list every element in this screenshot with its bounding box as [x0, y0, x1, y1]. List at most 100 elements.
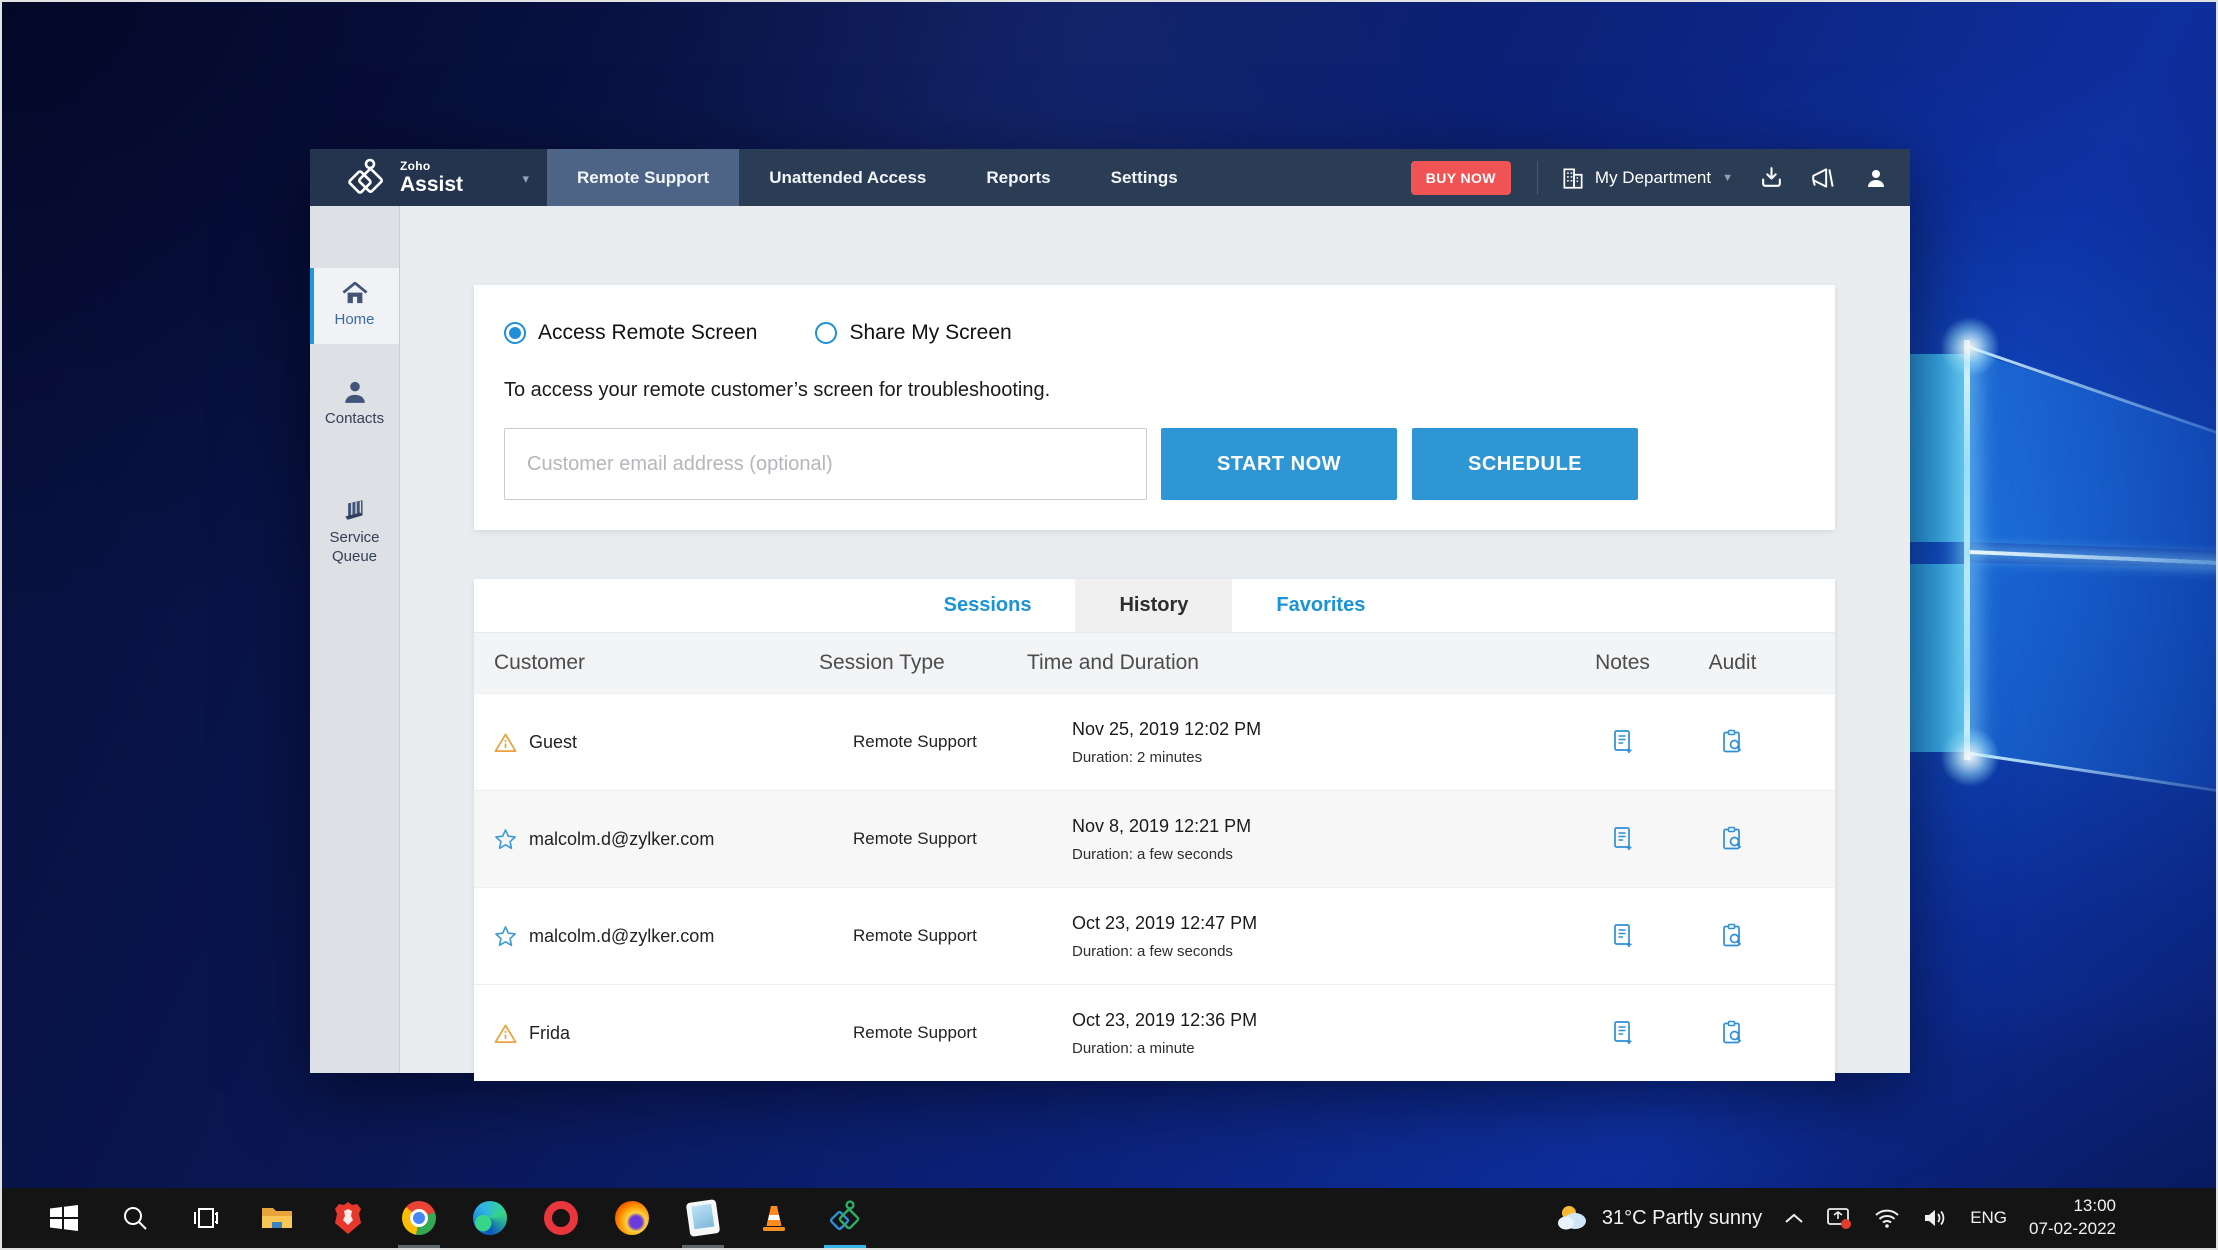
- open-app-indicator: [682, 1245, 724, 1248]
- system-tray: 31°C Partly sunny ENG 13:00 07-02-2022: [1556, 1188, 2218, 1248]
- table-row[interactable]: Frida Remote Support Oct 23, 2019 12:36 …: [474, 984, 1835, 1081]
- desktop-screen: Zoho Assist ▾ Remote Support Unattended …: [0, 0, 2218, 1250]
- notes-icon[interactable]: [1565, 923, 1680, 949]
- brand-zoho: Zoho: [400, 160, 463, 172]
- sessions-history-card: Sessions History Favorites Customer Sess…: [474, 579, 1835, 1081]
- wallpaper-beam-top: [1970, 342, 2218, 557]
- nav-tab-unattended-access[interactable]: Unattended Access: [739, 149, 956, 206]
- vlc-cone-icon: [759, 1203, 789, 1233]
- session-time: Oct 23, 2019 12:47 PM: [1072, 913, 1565, 934]
- audit-icon[interactable]: [1680, 826, 1785, 852]
- user-profile-icon[interactable]: [1864, 166, 1888, 190]
- edge-browser-button[interactable]: [466, 1188, 514, 1248]
- main-nav: Remote Support Unattended Access Reports…: [547, 149, 1208, 206]
- file-explorer-icon: [260, 1203, 294, 1233]
- zoho-assist-logo-icon: [344, 156, 388, 200]
- table-header: Customer Session Type Time and Duration …: [474, 633, 1835, 693]
- chevron-down-icon[interactable]: ▾: [522, 171, 529, 187]
- department-selector[interactable]: My Department ▼: [1560, 165, 1733, 191]
- nav-tab-remote-support[interactable]: Remote Support: [547, 149, 739, 206]
- windows-logo-icon: [49, 1203, 79, 1233]
- audit-icon[interactable]: [1680, 923, 1785, 949]
- notes-icon[interactable]: [1565, 826, 1680, 852]
- radio-access-remote-screen[interactable]: Access Remote Screen: [504, 321, 757, 345]
- tray-temperature: 31°C: [1602, 1207, 1647, 1229]
- wifi-icon[interactable]: [1874, 1207, 1900, 1229]
- zoho-assist-taskbar-button[interactable]: [821, 1188, 869, 1248]
- weather-widget[interactable]: 31°C Partly sunny: [1556, 1203, 1762, 1233]
- customer-name: Guest: [529, 732, 577, 753]
- vlc-player-button[interactable]: [750, 1188, 798, 1248]
- radio-unselected-icon[interactable]: [815, 322, 837, 344]
- zoho-assist-icon: [828, 1200, 862, 1236]
- table-row[interactable]: Guest Remote Support Nov 25, 2019 12:02 …: [474, 693, 1835, 790]
- volume-icon[interactable]: [1922, 1207, 1948, 1229]
- col-audit: Audit: [1680, 651, 1785, 675]
- zoho-assist-window: Zoho Assist ▾ Remote Support Unattended …: [310, 149, 1910, 1073]
- notepad-app-button[interactable]: [679, 1188, 727, 1248]
- brave-icon: [333, 1201, 363, 1235]
- session-duration: Duration: a few seconds: [1072, 846, 1565, 863]
- start-now-button[interactable]: START NOW: [1161, 428, 1397, 500]
- tab-history[interactable]: History: [1075, 579, 1232, 632]
- chrome-browser-button[interactable]: [395, 1188, 443, 1248]
- customer-name: malcolm.d@zylker.com: [529, 926, 714, 947]
- home-icon: [342, 282, 368, 305]
- open-app-indicator: [398, 1245, 440, 1248]
- table-row[interactable]: malcolm.d@zylker.com Remote Support Oct …: [474, 887, 1835, 984]
- warning-icon: [494, 1023, 517, 1044]
- wallpaper-glow-top: [1940, 317, 2000, 377]
- opera-browser-button[interactable]: [537, 1188, 585, 1248]
- taskbar-search-button[interactable]: [111, 1188, 159, 1248]
- department-label: My Department: [1595, 168, 1711, 188]
- search-icon: [121, 1204, 149, 1232]
- tab-sessions[interactable]: Sessions: [900, 579, 1076, 632]
- download-icon[interactable]: [1759, 165, 1784, 190]
- brave-browser-button[interactable]: [324, 1188, 372, 1248]
- topbar-divider: [1537, 161, 1538, 195]
- task-view-icon: [192, 1204, 220, 1232]
- wallpaper-glow-bottom: [1940, 727, 2000, 787]
- customer-email-input[interactable]: [504, 428, 1147, 500]
- app-logo[interactable]: Zoho Assist ▾: [310, 149, 547, 206]
- sidebar-item-contacts[interactable]: Contacts: [310, 366, 399, 443]
- nav-tab-settings[interactable]: Settings: [1081, 149, 1208, 206]
- language-indicator[interactable]: ENG: [1970, 1208, 2007, 1228]
- opera-icon: [544, 1201, 578, 1235]
- session-time: Nov 8, 2019 12:21 PM: [1072, 816, 1565, 837]
- favorite-star-icon: [494, 828, 517, 850]
- task-view-button[interactable]: [182, 1188, 230, 1248]
- buy-now-button[interactable]: BUY NOW: [1411, 161, 1511, 195]
- taskbar-clock[interactable]: 13:00 07-02-2022: [2029, 1195, 2116, 1241]
- notes-icon[interactable]: [1565, 1020, 1680, 1046]
- audit-icon[interactable]: [1680, 729, 1785, 755]
- schedule-button[interactable]: SCHEDULE: [1412, 428, 1638, 500]
- wallpaper-ray-bottom: [1970, 752, 2218, 793]
- windows-taskbar: 31°C Partly sunny ENG 13:00 07-02-2022: [2, 1188, 2218, 1248]
- session-duration: Duration: a minute: [1072, 1040, 1565, 1057]
- start-button[interactable]: [40, 1188, 88, 1248]
- session-time: Nov 25, 2019 12:02 PM: [1072, 719, 1565, 740]
- firefox-browser-button[interactable]: [608, 1188, 656, 1248]
- audit-icon[interactable]: [1680, 1020, 1785, 1046]
- customer-name: Frida: [529, 1023, 570, 1044]
- tab-favorites[interactable]: Favorites: [1232, 579, 1409, 632]
- announcements-megaphone-icon[interactable]: [1810, 165, 1838, 191]
- col-customer: Customer: [494, 651, 819, 675]
- wallpaper-beam-bottom: [1970, 558, 2218, 798]
- session-duration: Duration: a few seconds: [1072, 943, 1565, 960]
- table-row[interactable]: malcolm.d@zylker.com Remote Support Nov …: [474, 790, 1835, 887]
- sidebar-item-home[interactable]: Home: [310, 268, 399, 344]
- file-explorer-button[interactable]: [253, 1188, 301, 1248]
- notes-icon[interactable]: [1565, 729, 1680, 755]
- radio-share-my-screen[interactable]: Share My Screen: [815, 321, 1011, 345]
- session-type: Remote Support: [819, 829, 1027, 849]
- start-session-card: Access Remote Screen Share My Screen To …: [474, 285, 1835, 530]
- radio-selected-icon[interactable]: [504, 322, 526, 344]
- nav-tab-reports[interactable]: Reports: [956, 149, 1080, 206]
- tray-screen-share-icon[interactable]: [1826, 1206, 1852, 1230]
- service-queue-icon: [341, 497, 369, 523]
- sidebar-item-service-queue[interactable]: Service Queue: [310, 483, 399, 581]
- tray-chevron-up-icon[interactable]: [1784, 1211, 1804, 1225]
- warning-icon: [494, 732, 517, 753]
